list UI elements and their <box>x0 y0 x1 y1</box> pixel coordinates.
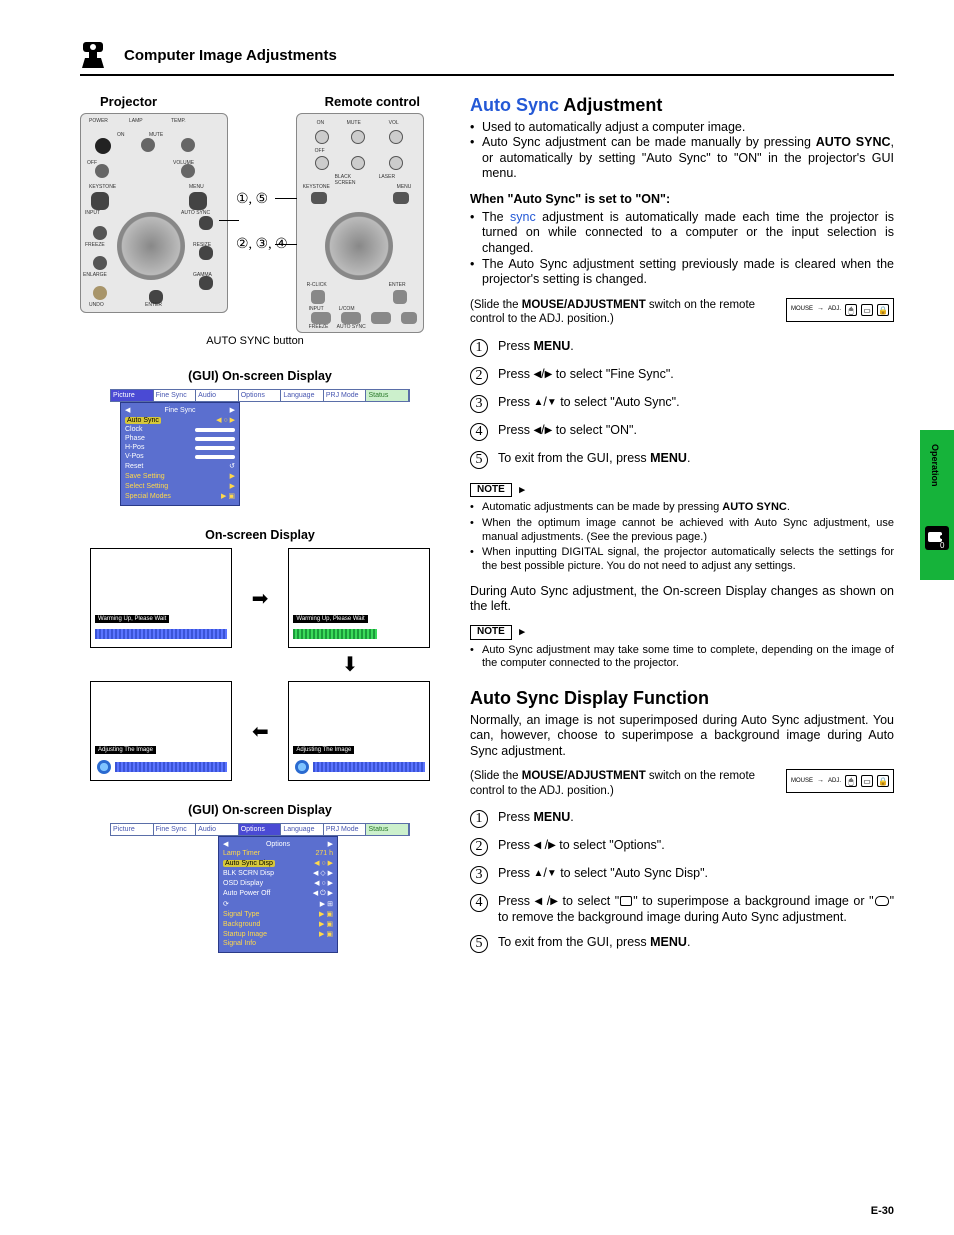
notes-list-a: Automatic adjustments can be made by pre… <box>470 501 894 574</box>
svg-text:0: 0 <box>940 541 945 550</box>
note-item: Automatic adjustments can be made by pre… <box>470 501 894 515</box>
osd-frame: Warming Up, Please Wait <box>288 548 430 648</box>
osd-frame: Warming Up, Please Wait <box>90 548 232 648</box>
gui-menu-strip-1: Picture Fine Sync Audio Options Language… <box>110 389 410 402</box>
mouse-adj-switch-icon: MOUSE→ADJ. 🖱▭🔒 <box>786 769 894 793</box>
side-tab-operation: Operation 0 <box>920 430 954 580</box>
cloud-icon <box>875 896 889 906</box>
right-column: Auto Sync Adjustment Used to automatical… <box>470 94 894 965</box>
gui-menu-strip-2: Picture Fine Sync Audio Options Language… <box>110 823 410 836</box>
menu-tab: Language <box>281 824 324 835</box>
fine-sync-dropdown: ◀Fine Sync▶ Auto Sync◀ ○ ▶ Clock Phase H… <box>120 402 240 506</box>
step-text: To exit from the GUI, press MENU. <box>498 451 894 467</box>
gui-osd-heading-1: (GUI) On-screen Display <box>80 369 440 383</box>
intro-bullet: Used to automatically adjust a computer … <box>470 120 894 136</box>
menu-tab: Status <box>366 390 409 401</box>
arrow-right-icon: ➡ <box>252 586 269 611</box>
para-b: Normally, an image is not superimposed d… <box>470 713 894 760</box>
page-title: Computer Image Adjustments <box>124 47 337 64</box>
options-dropdown: ◀Options▶ Lamp Timer271 h Auto Sync Disp… <box>218 836 338 953</box>
osd-frame: Adjusting The Image <box>90 681 232 781</box>
sync-link[interactable]: sync <box>510 210 536 224</box>
step-text: Press MENU. <box>498 810 894 826</box>
notes-list-b: Auto Sync adjustment may take some time … <box>470 644 894 672</box>
step-text: Press ▲/▼ to select "Auto Sync". <box>498 395 894 411</box>
page-header: Computer Image Adjustments <box>80 40 894 76</box>
projector-label: Projector <box>100 94 157 109</box>
osd-frame: Adjusting The Image <box>288 681 430 781</box>
steps-list-a: 1Press MENU. 2Press ◀/▶ to select "Fine … <box>470 339 894 469</box>
menu-tab: PRJ Mode <box>324 824 367 835</box>
menu-tab: Audio <box>196 390 239 401</box>
step-text: Press ◀ /▶ to select "Options". <box>498 838 894 854</box>
mouse-adj-switch-icon: MOUSE→ADJ. 🖱▭🔒 <box>786 298 894 322</box>
menu-tab: Picture <box>111 824 154 835</box>
menu-tab: Language <box>281 390 324 401</box>
menu-tab: Status <box>366 824 409 835</box>
page-number: E-30 <box>871 1205 894 1217</box>
menu-tab: Fine Sync <box>154 824 197 835</box>
slide-switch-note: (Slide the MOUSE/ADJUSTMENT switch on th… <box>470 298 894 327</box>
step-text: Press ◀/▶ to select "ON". <box>498 423 894 439</box>
remote-illustration: ON MUTE VOL OFF BLACKSCREEN LASER KEYSTO… <box>296 113 424 333</box>
autosync-button-label: AUTO SYNC button <box>200 335 310 347</box>
steps-list-b: 1Press MENU. 2Press ◀ /▶ to select "Opti… <box>470 810 894 953</box>
arrow-left-icon: ➡ <box>252 719 269 744</box>
operation-projector-icon: 0 <box>925 526 949 550</box>
arrow-down-icon: ⬇ <box>270 652 430 677</box>
side-tab-label: Operation <box>930 444 940 487</box>
note-item: Auto Sync adjustment may take some time … <box>470 644 894 672</box>
menu-tab: Audio <box>196 824 239 835</box>
mid-paragraph: During Auto Sync adjustment, the On-scre… <box>470 584 894 615</box>
remote-label: Remote control <box>325 94 420 109</box>
osd-sequence: Warming Up, Please Wait ➡ Warming Up, Pl… <box>90 548 430 781</box>
auto-sync-link[interactable]: Auto Sync <box>470 95 559 115</box>
projector-illustration: POWER LAMP TEMP. <box>80 113 228 313</box>
menu-tab: Picture <box>111 390 154 401</box>
when-on-bullet: The sync adjustment is automatically mad… <box>470 210 894 257</box>
menu-tab: Fine Sync <box>154 390 197 401</box>
note-item: When inputting DIGITAL signal, the proje… <box>470 546 894 574</box>
note-label: NOTE <box>470 625 512 640</box>
picture-icon <box>620 896 632 906</box>
osd-heading: On-screen Display <box>80 528 440 542</box>
when-on-bullet: The Auto Sync adjustment setting previou… <box>470 257 894 288</box>
gui-osd-heading-2: (GUI) On-screen Display <box>80 803 440 817</box>
callout-1-5: ①, ⑤ <box>236 191 288 208</box>
projector-section-icon <box>80 40 106 70</box>
step-text: Press ◀/▶ to select "Fine Sync". <box>498 367 894 383</box>
step-text: Press ▲/▼ to select "Auto Sync Disp". <box>498 866 894 882</box>
intro-bullet: Auto Sync adjustment can be made manuall… <box>470 135 894 182</box>
section-heading-auto-sync: Auto Sync Adjustment <box>470 94 894 117</box>
step-text: To exit from the GUI, press MENU. <box>498 935 894 951</box>
note-item: When the optimum image cannot be achieve… <box>470 517 894 545</box>
section-heading-auto-sync-display: Auto Sync Display Function <box>470 687 894 710</box>
when-on-subhead: When "Auto Sync" is set to "ON": <box>470 192 894 208</box>
note-label: NOTE <box>470 483 512 498</box>
slide-switch-note: (Slide the MOUSE/ADJUSTMENT switch on th… <box>470 769 894 798</box>
step-text: Press MENU. <box>498 339 894 355</box>
menu-tab: PRJ Mode <box>324 390 367 401</box>
menu-tab: Options <box>239 390 282 401</box>
left-column: Projector Remote control POWER LAMP TEMP… <box>80 94 440 965</box>
step-text: Press ◀ /▶ to select "" to superimpose a… <box>498 894 894 925</box>
menu-tab: Options <box>239 824 282 835</box>
